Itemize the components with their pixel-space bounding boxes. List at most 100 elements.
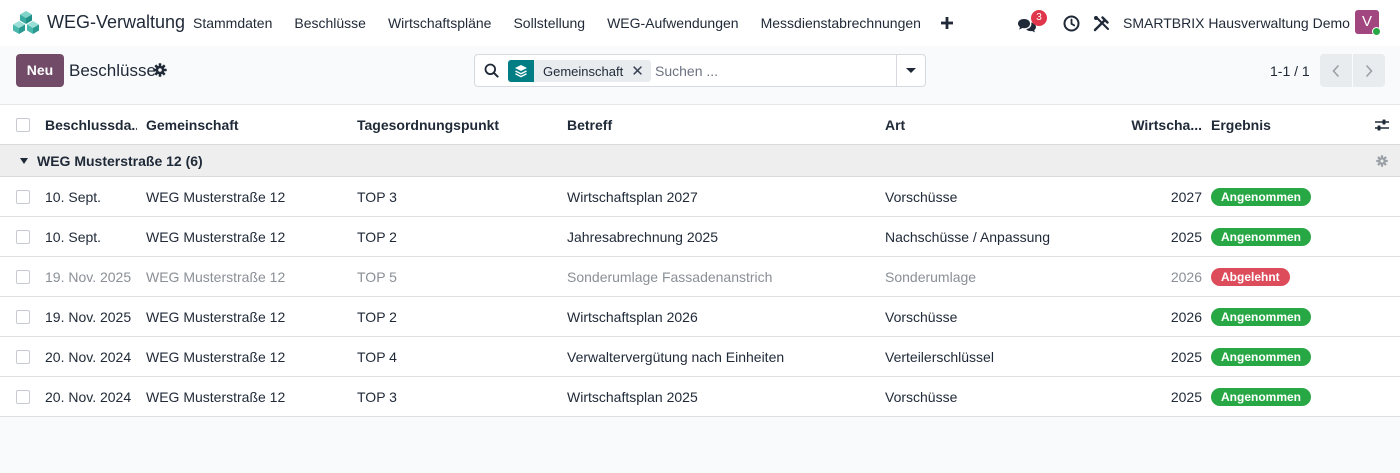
menu-item-messdienstabrechnungen[interactable]: Messdienstabrechnungen [761,15,921,31]
column-header-year[interactable]: Wirtscha... [1125,105,1202,144]
row-checkbox[interactable] [16,229,30,244]
plus-icon[interactable] [940,17,953,29]
row-checkbox[interactable] [16,189,30,204]
row-checkbox-cell [16,257,32,296]
cell-date: 20. Nov. 2024 [45,388,132,405]
cell-subject: Jahresabrechnung 2025 [567,228,719,245]
table-row[interactable]: 10. Sept. WEG Musterstraße 12 TOP 2 Jahresa… [0,217,1400,257]
new-button[interactable]: Neu [16,54,64,87]
facet-close-icon[interactable]: ✕ [631,62,651,80]
cell-date: 19. Nov. 2025 [45,308,132,325]
optional-columns-toggle[interactable] [1374,105,1392,144]
cell-type: Vorschüsse [885,388,958,405]
facet-label: Gemeinschaft [543,63,624,79]
cell-type: Vorschüsse [885,188,958,205]
status-badge: Abgelehnt [1211,267,1290,286]
cell-year: 2026 [1170,268,1202,285]
row-checkbox-cell [16,337,32,376]
chat-button[interactable]: 3 [1017,0,1047,46]
menu-item-sollstellung[interactable]: Sollstellung [513,15,585,31]
group-row[interactable]: WEG Musterstraße 12 (6) [0,145,1400,177]
cell-community: WEG Musterstraße 12 [146,388,286,405]
cell-agenda-item: TOP 5 [357,268,397,285]
column-header-subject[interactable]: Betreff [567,105,867,144]
avatar-letter: V [1361,13,1372,30]
cell-community: WEG Musterstraße 12 [146,308,286,325]
table-row[interactable]: 19. Nov. 2025 WEG Musterstraße 12 TOP 2 Wir… [0,297,1400,337]
pager-value[interactable]: 1-1 / 1 [1270,63,1310,79]
avatar[interactable]: V [1355,10,1381,36]
cell-type: Nachschüsse / Anpassung [885,228,1050,245]
menu-item-weg-aufwendungen[interactable]: WEG-Aufwendungen [607,15,739,31]
table-row[interactable]: 20. Nov. 2024 WEG Musterstraße 12 TOP 3 Wir… [0,377,1400,417]
pager-next-button[interactable] [1353,54,1385,87]
select-all-checkbox[interactable] [16,117,30,132]
top-navbar: WEG-Verwaltung Stammdaten Beschlüsse Wir… [0,0,1400,46]
cell-year: 2025 [1170,388,1202,405]
row-checkbox[interactable] [16,309,30,324]
cell-agenda-item: TOP 2 [357,228,397,245]
menu-item-beschluesse[interactable]: Beschlüsse [294,15,366,31]
gear-icon[interactable] [153,63,167,77]
pager-previous-button[interactable] [1320,54,1352,87]
row-checkbox[interactable] [16,269,30,284]
column-header-community[interactable]: Gemeinschaft [146,105,346,144]
activity-button[interactable] [1063,0,1080,46]
select-all-checkbox-cell [16,105,32,144]
status-badge: Angenommen [1211,307,1312,326]
column-header-result[interactable]: Ergebnis [1211,105,1331,144]
cell-type: Vorschüsse [885,308,958,325]
cell-community: WEG Musterstraße 12 [146,228,286,245]
cell-date: 20. Nov. 2024 [45,348,132,365]
group-label: WEG Musterstraße 12 (6) [37,152,203,169]
column-header-type[interactable]: Art [885,105,1115,144]
cell-date: 10. Sept. [45,188,102,205]
table-row[interactable]: 20. Nov. 2024 WEG Musterstraße 12 TOP 4 Ver… [0,337,1400,377]
cell-agenda-item: TOP 3 [357,188,397,205]
layers-icon [515,65,527,78]
cell-community: WEG Musterstraße 12 [146,268,286,285]
column-header-date[interactable]: Beschlussda... [45,105,137,144]
caret-down-icon [906,68,916,73]
search-input[interactable] [655,61,890,81]
facet-icon-box [508,60,534,82]
menu-item-wirtschaftsplaene[interactable]: Wirtschaftspläne [388,15,491,31]
chevron-left-icon [1332,64,1340,77]
company-switcher[interactable]: SMARTBRIX Hausverwaltung Demo [1123,15,1350,31]
cell-subject: Wirtschaftsplan 2025 [567,388,698,405]
search-options-toggle[interactable] [896,55,925,86]
cell-agenda-item: TOP 3 [357,388,397,405]
search-icon[interactable] [484,63,499,78]
chat-count-badge: 3 [1031,10,1047,26]
column-header-agenda-item[interactable]: Tagesordnungspunkt [357,105,557,144]
status-badge: Angenommen [1211,187,1312,206]
group-header: WEG Musterstraße 12 (6) [20,145,420,176]
cell-type: Sonderumlage [885,268,977,285]
row-checkbox-cell [16,377,32,416]
table-row[interactable]: 10. Sept. WEG Musterstraße 12 TOP 3 Wirtsch… [0,177,1400,217]
row-checkbox-cell [16,177,32,216]
app-name[interactable]: WEG-Verwaltung [47,12,185,33]
row-checkbox[interactable] [16,349,30,364]
cell-subject: Verwaltervergütung nach Einheiten [567,348,785,365]
status-badge: Angenommen [1211,227,1312,246]
cube-stack-logo-icon[interactable] [12,9,40,37]
cell-result: Angenommen [1211,177,1351,216]
cell-agenda-item: TOP 2 [357,308,397,325]
status-badge: Angenommen [1211,387,1312,406]
search-bar: Gemeinschaft ✕ [474,54,926,87]
cell-result: Abgelehnt [1211,257,1351,296]
debug-tools-button[interactable] [1093,0,1110,46]
group-settings-button[interactable] [1376,145,1390,176]
cell-result: Angenommen [1211,217,1351,256]
table-row[interactable]: 19. Nov. 2025 WEG Musterstraße 12 TOP 5 Son… [0,257,1400,297]
clock-icon [1063,15,1080,31]
cell-date: 19. Nov. 2025 [45,268,132,285]
search-facet: Gemeinschaft ✕ [508,60,651,82]
menu-item-stammdaten[interactable]: Stammdaten [193,15,272,31]
status-badge: Angenommen [1211,347,1312,366]
cell-community: WEG Musterstraße 12 [146,188,286,205]
row-checkbox[interactable] [16,389,30,404]
main-menu: Stammdaten Beschlüsse Wirtschaftspläne S… [193,0,953,46]
cell-subject: Wirtschaftsplan 2026 [567,308,698,325]
